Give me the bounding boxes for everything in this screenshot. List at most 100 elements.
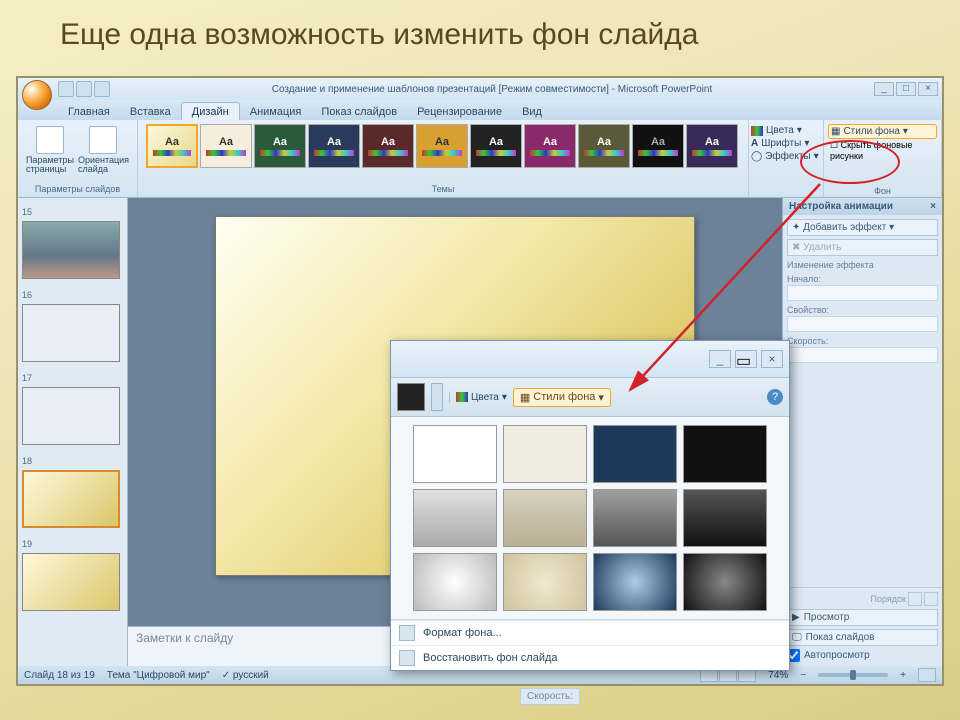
page-setup-icon (36, 126, 64, 154)
tab-slideshow[interactable]: Показ слайдов (311, 103, 407, 120)
group-label-page-setup: Параметры слайдов (22, 183, 133, 195)
popup-restore-button[interactable]: ▭ (735, 350, 757, 368)
theme-aa-label: Aa (435, 136, 449, 148)
autopreview-checkbox[interactable]: Автопросмотр (787, 649, 938, 662)
bg-style-10[interactable] (503, 553, 587, 611)
tab-design[interactable]: Дизайн (181, 102, 240, 120)
background-styles-button[interactable]: ▦Стили фона ▾ (828, 124, 937, 139)
close-button[interactable]: × (918, 82, 938, 96)
anim-pane-title: Настройка анимации × (783, 198, 942, 215)
preview-button[interactable]: ▶ Просмотр (787, 609, 938, 626)
tab-animation[interactable]: Анимация (240, 103, 312, 120)
add-effect-label: Добавить эффект (803, 222, 886, 233)
bg-style-1[interactable] (413, 425, 497, 483)
theme-thumb[interactable]: Aa (524, 124, 576, 168)
popup-ribbon: Цвета ▾ ▦Стили фона ▾ ? (391, 377, 789, 417)
slide-thumb-16[interactable]: 16 (22, 285, 123, 362)
theme-thumb[interactable]: Aa (254, 124, 306, 168)
slide-thumb-19[interactable]: 19 (22, 534, 123, 611)
zoom-in-button[interactable]: + (900, 670, 906, 681)
theme-thumb[interactable]: Aa (632, 124, 684, 168)
maximize-button[interactable]: □ (896, 82, 916, 96)
popup-minimize-button[interactable]: _ (709, 350, 731, 368)
anim-pane-title-text: Настройка анимации (789, 201, 893, 212)
tab-insert[interactable]: Вставка (120, 103, 181, 120)
orientation-label: Ориентация слайда (78, 156, 129, 174)
bg-style-7[interactable] (593, 489, 677, 547)
office-button[interactable] (22, 80, 52, 110)
format-background-menuitem[interactable]: Формат фона... (391, 620, 789, 645)
order-up-button[interactable] (908, 592, 922, 606)
help-icon[interactable]: ? (767, 389, 783, 405)
speed-field[interactable] (787, 347, 938, 363)
slide-thumb-17[interactable]: 17 (22, 368, 123, 445)
start-field[interactable] (787, 285, 938, 301)
bg-style-5[interactable] (413, 489, 497, 547)
theme-thumb[interactable]: Aa (686, 124, 738, 168)
colors-button[interactable]: Цвета ▾ (751, 124, 821, 137)
order-down-button[interactable] (924, 592, 938, 606)
bg-style-11[interactable] (593, 553, 677, 611)
slide-thumbnails-pane[interactable]: 15 16 17 18 19 (18, 198, 128, 666)
tab-review[interactable]: Рецензирование (407, 103, 512, 120)
minimize-button[interactable]: _ (874, 82, 894, 96)
status-language[interactable]: ✓ русский (222, 670, 269, 681)
theme-thumb[interactable]: Aa (200, 124, 252, 168)
zoom-slider[interactable] (818, 673, 888, 677)
themes-gallery[interactable]: Aa Aa Aa Aa Aa Aa Aa Aa Aa Aa Aa (142, 122, 744, 180)
bg-style-2[interactable] (503, 425, 587, 483)
theme-thumb-selected[interactable]: Aa (146, 124, 198, 168)
tab-home[interactable]: Главная (58, 103, 120, 120)
status-slide: Слайд 18 из 19 (24, 670, 95, 681)
theme-thumb[interactable]: Aa (470, 124, 522, 168)
qat-save-icon[interactable] (58, 81, 74, 97)
theme-thumb[interactable]: Aa (308, 124, 360, 168)
property-field[interactable] (787, 316, 938, 332)
zoom-out-button[interactable]: − (800, 670, 806, 681)
slideshow-label: Показ слайдов (806, 632, 875, 643)
bg-styles-icon: ▦ (831, 126, 840, 137)
theme-thumb[interactable]: Aa (578, 124, 630, 168)
page-setup-button[interactable]: Параметры страницы (26, 126, 74, 174)
anim-pane-close-icon[interactable]: × (930, 201, 936, 212)
theme-aa-label: Aa (651, 136, 665, 148)
slide-thumb-18[interactable]: 18 (22, 451, 123, 528)
orientation-icon (89, 126, 117, 154)
popup-close-button[interactable]: × (761, 350, 783, 368)
bg-style-12[interactable] (683, 553, 767, 611)
bg-style-6[interactable] (503, 489, 587, 547)
add-effect-button[interactable]: ✦ Добавить эффект ▾ (787, 219, 938, 236)
zoom-value[interactable]: 74% (768, 670, 788, 681)
qat-redo-icon[interactable] (94, 81, 110, 97)
theme-aa-label: Aa (597, 136, 611, 148)
restore-background-menuitem[interactable]: Восстановить фон слайда (391, 645, 789, 670)
slide-num: 15 (22, 207, 32, 217)
tab-view[interactable]: Вид (512, 103, 552, 120)
theme-thumb[interactable]: Aa (416, 124, 468, 168)
slide-num: 19 (22, 539, 32, 549)
theme-aa-label: Aa (705, 136, 719, 148)
fit-to-window-button[interactable] (918, 668, 936, 682)
bg-style-8[interactable] (683, 489, 767, 547)
orientation-button[interactable]: Ориентация слайда (78, 126, 129, 174)
start-label: Начало: (787, 274, 938, 284)
qat-undo-icon[interactable] (76, 81, 92, 97)
slideshow-button[interactable]: 🖵 Показ слайдов (787, 629, 938, 646)
background-gallery (391, 417, 789, 620)
speed-label: Скорость: (787, 336, 938, 346)
group-page-setup: Параметры страницы Ориентация слайда Пар… (18, 120, 138, 197)
remove-effect-button[interactable]: ✖ Удалить (787, 239, 938, 256)
bg-style-3[interactable] (593, 425, 677, 483)
themes-more-button[interactable] (431, 383, 443, 411)
remove-effect-label: Удалить (803, 242, 841, 253)
preview-label: Просмотр (804, 612, 850, 623)
theme-thumb[interactable]: Aa (362, 124, 414, 168)
slide-num: 17 (22, 373, 32, 383)
page-setup-label: Параметры страницы (26, 156, 74, 174)
popup-colors-button[interactable]: Цвета ▾ (456, 392, 507, 403)
bg-style-4[interactable] (683, 425, 767, 483)
colors-icon (751, 126, 763, 136)
bg-style-9[interactable] (413, 553, 497, 611)
slide-thumb-15[interactable]: 15 (22, 202, 123, 279)
popup-bg-styles-button[interactable]: ▦Стили фона ▾ (513, 388, 611, 407)
